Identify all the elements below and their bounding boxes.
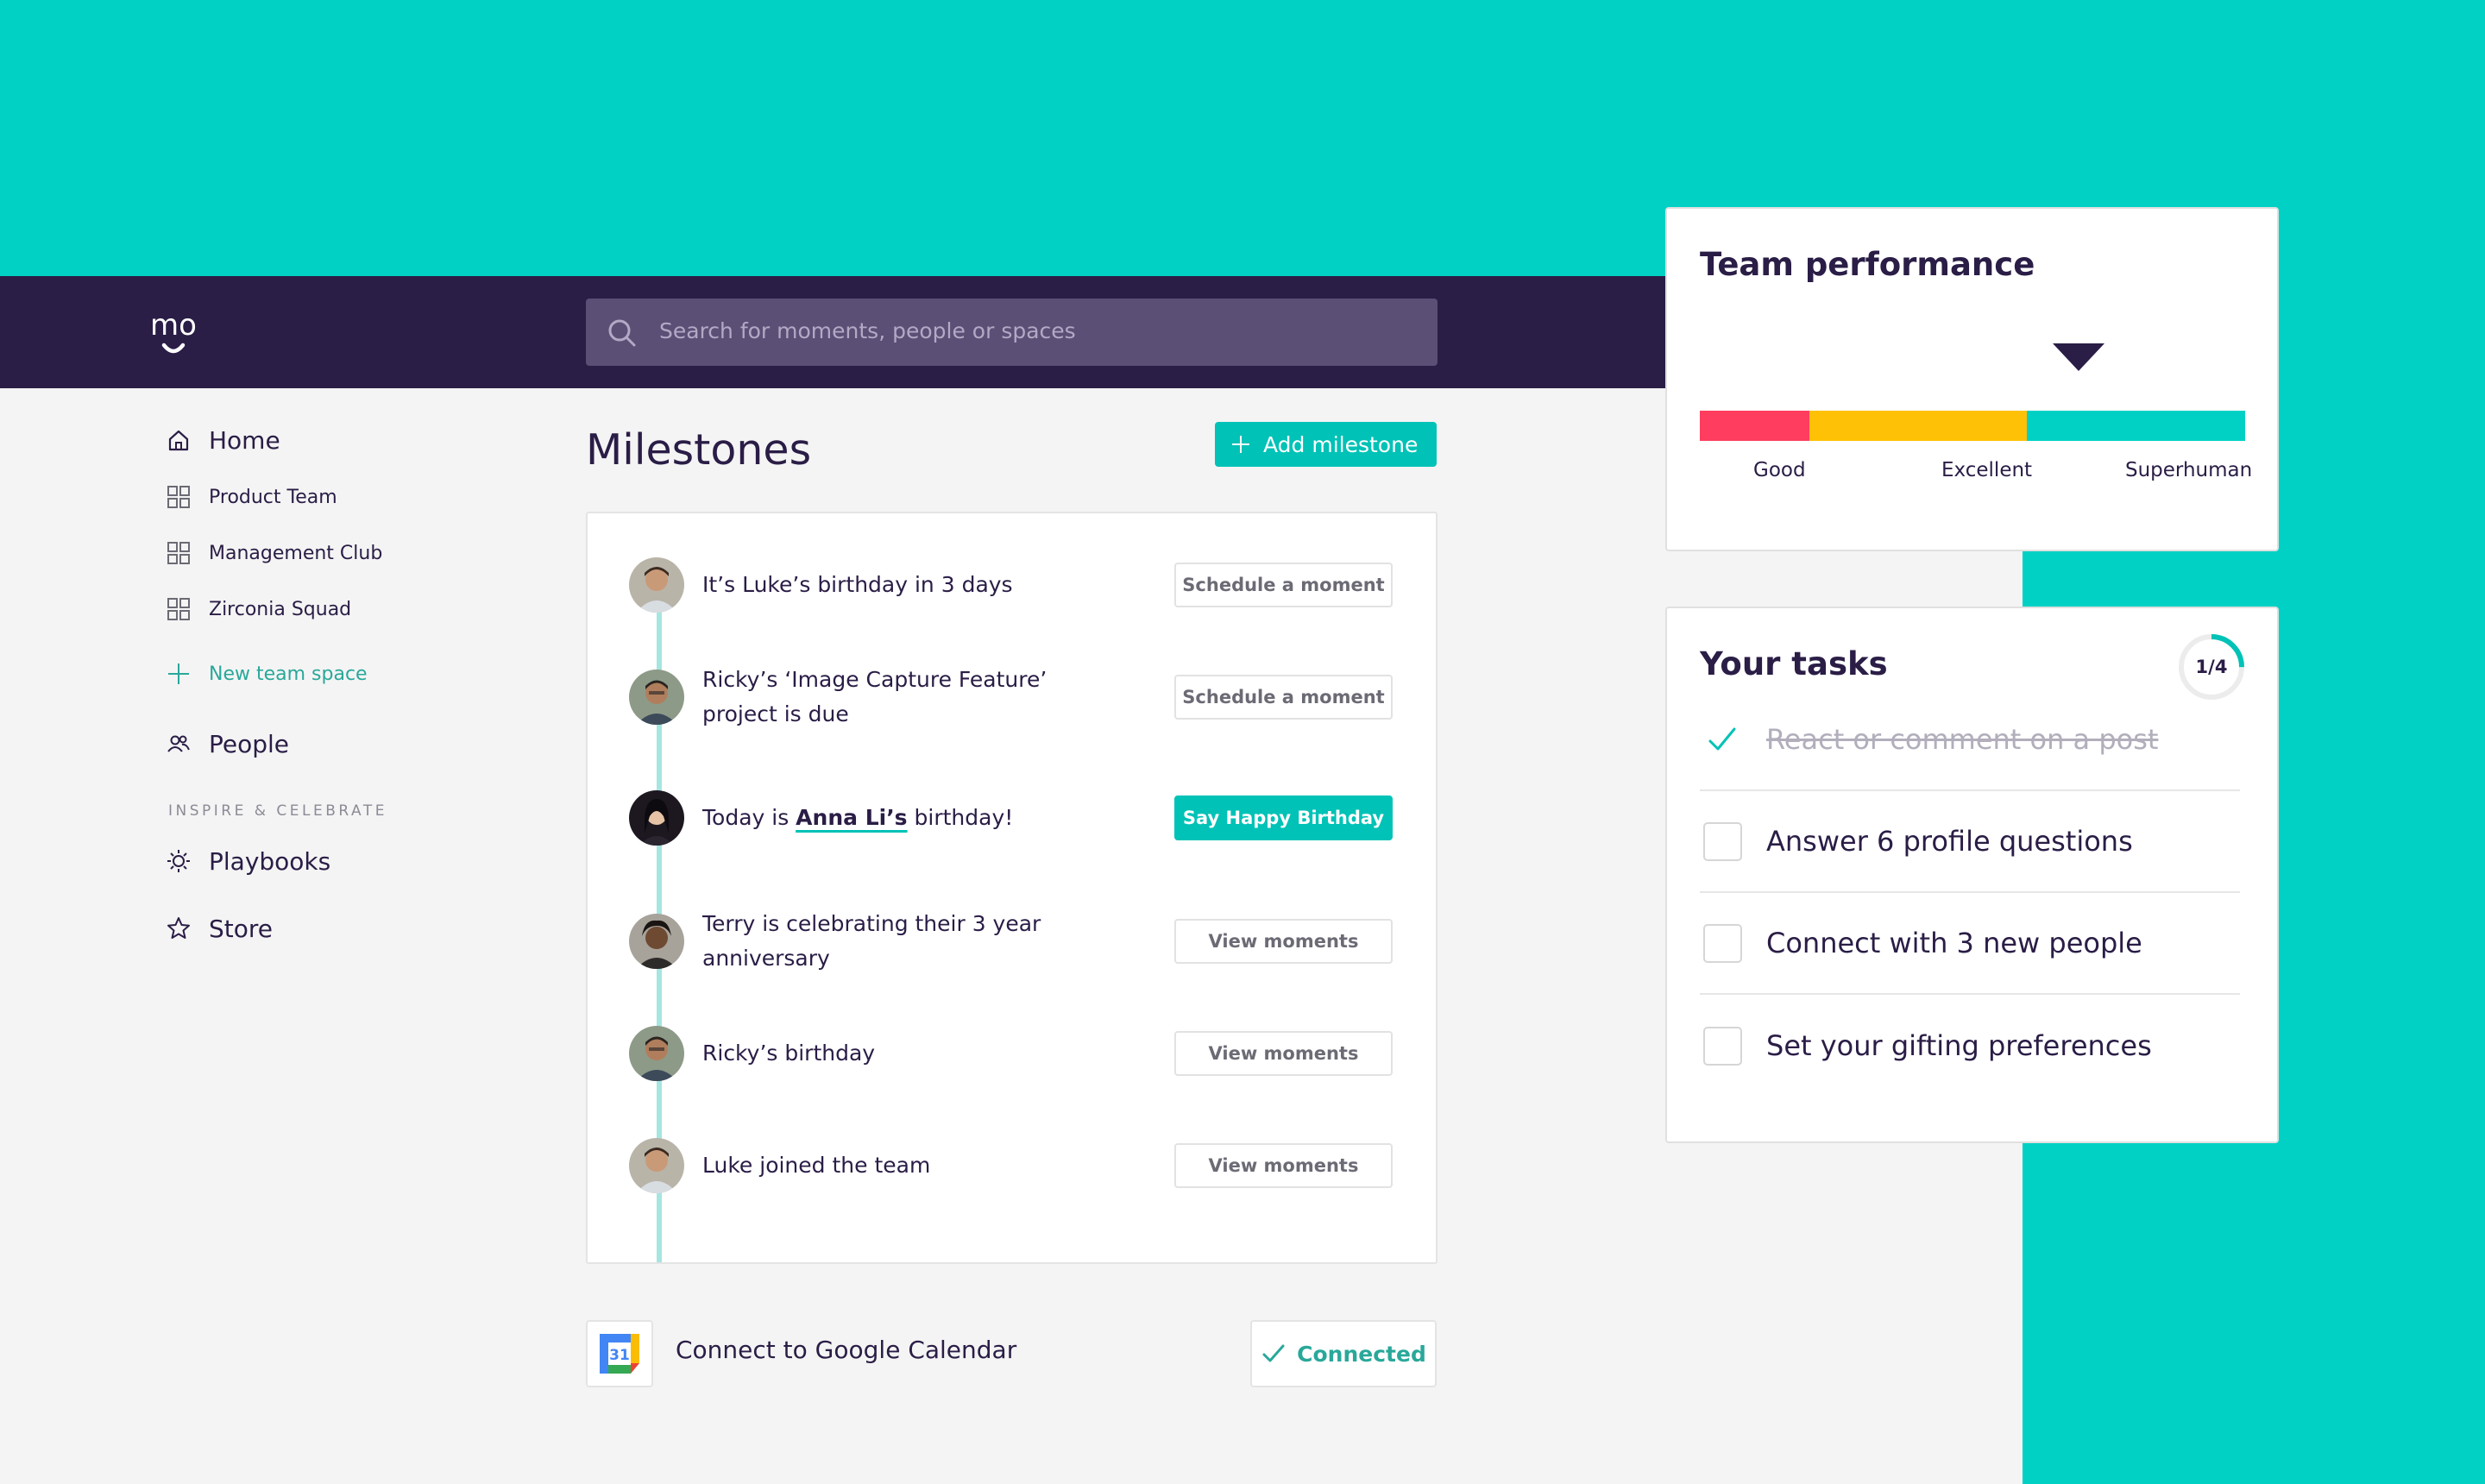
schedule-moment-button[interactable]: Schedule a moment xyxy=(1174,675,1393,720)
task-checkbox[interactable] xyxy=(1703,821,1742,861)
your-tasks-title: Your tasks xyxy=(1700,645,1888,682)
search-placeholder: Search for moments, people or spaces xyxy=(659,318,1076,343)
people-icon xyxy=(167,735,190,752)
team-performance-title: Team performance xyxy=(1700,246,2035,283)
connected-button[interactable]: Connected xyxy=(1250,1320,1437,1387)
plus-icon xyxy=(1232,436,1249,453)
sidebar-item-people[interactable]: People xyxy=(166,726,289,761)
google-calendar-label: Connect to Google Calendar xyxy=(676,1336,1017,1364)
milestone-text: Ricky’s ‘Image Capture Feature’ project … xyxy=(702,667,1047,726)
milestone-text: Luke joined the team xyxy=(702,1153,931,1178)
google-calendar-icon: 31 xyxy=(586,1320,653,1387)
sidebar-item-home[interactable]: Home xyxy=(166,423,280,457)
avatar xyxy=(629,557,684,613)
avatar xyxy=(629,1026,684,1081)
milestone-row: Terry is celebrating their 3 year annive… xyxy=(629,907,1406,976)
person-name-link[interactable]: Anna Li’s xyxy=(796,805,907,830)
task-label: Set your gifting preferences xyxy=(1766,1029,2152,1062)
mo-logo[interactable]: mo xyxy=(143,307,204,361)
task-checkbox[interactable] xyxy=(1703,923,1742,963)
milestone-text: Ricky’s birthday xyxy=(702,1041,876,1066)
search-input[interactable]: Search for moments, people or spaces xyxy=(586,299,1438,366)
performance-segment-excellent xyxy=(1809,411,2027,441)
task-label: Connect with 3 new people xyxy=(1766,927,2142,959)
performance-segment-superhuman xyxy=(2027,411,2245,441)
view-moments-button[interactable]: View moments xyxy=(1174,1143,1393,1188)
home-icon xyxy=(168,430,189,451)
lightbulb-icon xyxy=(167,850,190,872)
milestone-text: It’s Luke’s birthday in 3 days xyxy=(702,572,1013,597)
avatar xyxy=(629,914,684,969)
performance-bar xyxy=(1700,411,2245,441)
plus-icon xyxy=(168,663,189,684)
sidebar-item-zirconia-squad[interactable]: Zirconia Squad xyxy=(166,592,351,626)
milestone-row: It’s Luke’s birthday in 3 days Schedule … xyxy=(629,550,1406,619)
sidebar-item-product-team[interactable]: Product Team xyxy=(166,480,337,514)
svg-text:mo: mo xyxy=(150,308,197,343)
task-label: Answer 6 profile questions xyxy=(1766,825,2133,858)
sidebar-item-playbooks[interactable]: Playbooks xyxy=(166,844,330,878)
new-team-space-link[interactable]: New team space xyxy=(166,657,368,691)
star-icon xyxy=(167,917,190,939)
milestones-card: It’s Luke’s birthday in 3 days Schedule … xyxy=(586,512,1438,1264)
task-item[interactable]: Answer 6 profile questions xyxy=(1700,791,2240,893)
grid-icon xyxy=(167,486,190,508)
milestone-row: Today is Anna Li’s birthday! Say Happy B… xyxy=(629,783,1406,852)
view-moments-button[interactable]: View moments xyxy=(1174,1031,1393,1076)
milestone-row: Luke joined the team View moments xyxy=(629,1131,1406,1200)
milestone-row: Ricky’s birthday View moments xyxy=(629,1019,1406,1088)
avatar xyxy=(629,670,684,725)
search-icon xyxy=(608,319,636,347)
performance-label-good: Good xyxy=(1753,459,1806,481)
performance-label-superhuman: Superhuman xyxy=(2125,459,2253,481)
avatar xyxy=(629,1138,684,1193)
task-item[interactable]: Connect with 3 new people xyxy=(1700,893,2240,995)
milestone-text: Terry is celebrating their 3 year annive… xyxy=(702,911,1041,971)
task-checkbox[interactable] xyxy=(1703,1026,1742,1066)
task-item[interactable]: React or comment on a post xyxy=(1700,689,2240,791)
schedule-moment-button[interactable]: Schedule a moment xyxy=(1174,563,1393,607)
check-icon xyxy=(1262,1344,1285,1362)
check-icon xyxy=(1708,727,1736,750)
sidebar-item-store[interactable]: Store xyxy=(166,911,273,946)
task-label: React or comment on a post xyxy=(1766,723,2159,756)
milestone-row: Ricky’s ‘Image Capture Feature’ project … xyxy=(629,663,1406,732)
team-performance-card: Team performance Good Excellent Superhum… xyxy=(1665,207,2279,551)
grid-icon xyxy=(167,542,190,564)
task-item[interactable]: Set your gifting preferences xyxy=(1700,995,2240,1097)
performance-segment-good xyxy=(1700,411,1809,441)
view-moments-button[interactable]: View moments xyxy=(1174,919,1393,964)
section-label-inspire: INSPIRE & CELEBRATE xyxy=(168,802,387,820)
performance-label-excellent: Excellent xyxy=(1941,459,2033,481)
say-happy-birthday-button[interactable]: Say Happy Birthday xyxy=(1174,795,1393,840)
your-tasks-card: Your tasks 1/4 React or comment on a pos… xyxy=(1665,607,2279,1143)
sidebar-item-management-club[interactable]: Management Club xyxy=(166,536,382,570)
page-title: Milestones xyxy=(586,425,812,475)
grid-icon xyxy=(167,598,190,620)
milestone-text: Today is Anna Li’s birthday! xyxy=(702,805,1014,830)
svg-text:31: 31 xyxy=(609,1347,630,1364)
avatar xyxy=(629,790,684,846)
performance-marker-icon xyxy=(2053,343,2104,371)
add-milestone-button[interactable]: Add milestone xyxy=(1215,422,1437,467)
